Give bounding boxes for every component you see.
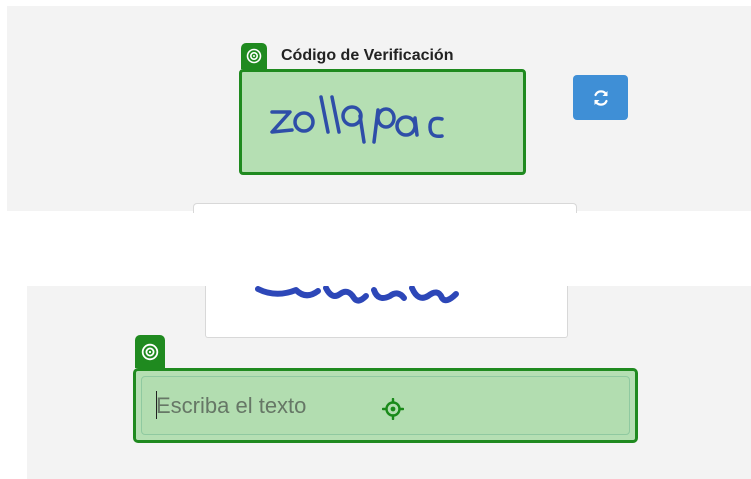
text-caret bbox=[156, 391, 157, 419]
captcha-distorted-text bbox=[270, 95, 444, 144]
refresh-icon bbox=[593, 89, 608, 106]
refresh-captcha-button[interactable] bbox=[573, 75, 628, 120]
captcha-label: Código de Verificación bbox=[281, 47, 454, 64]
crosshair-icon[interactable] bbox=[382, 398, 404, 420]
target-ring-icon bbox=[241, 43, 267, 69]
captcha-partial-text bbox=[255, 285, 459, 304]
captcha-answer-inner[interactable] bbox=[141, 376, 630, 435]
captcha-frame-top bbox=[193, 203, 577, 213]
captcha-image bbox=[239, 69, 526, 175]
target-ring-icon bbox=[135, 335, 165, 368]
captcha-image-partial bbox=[205, 285, 568, 338]
captcha-answer-input[interactable] bbox=[156, 389, 356, 423]
captcha-answer-field[interactable] bbox=[133, 368, 638, 443]
